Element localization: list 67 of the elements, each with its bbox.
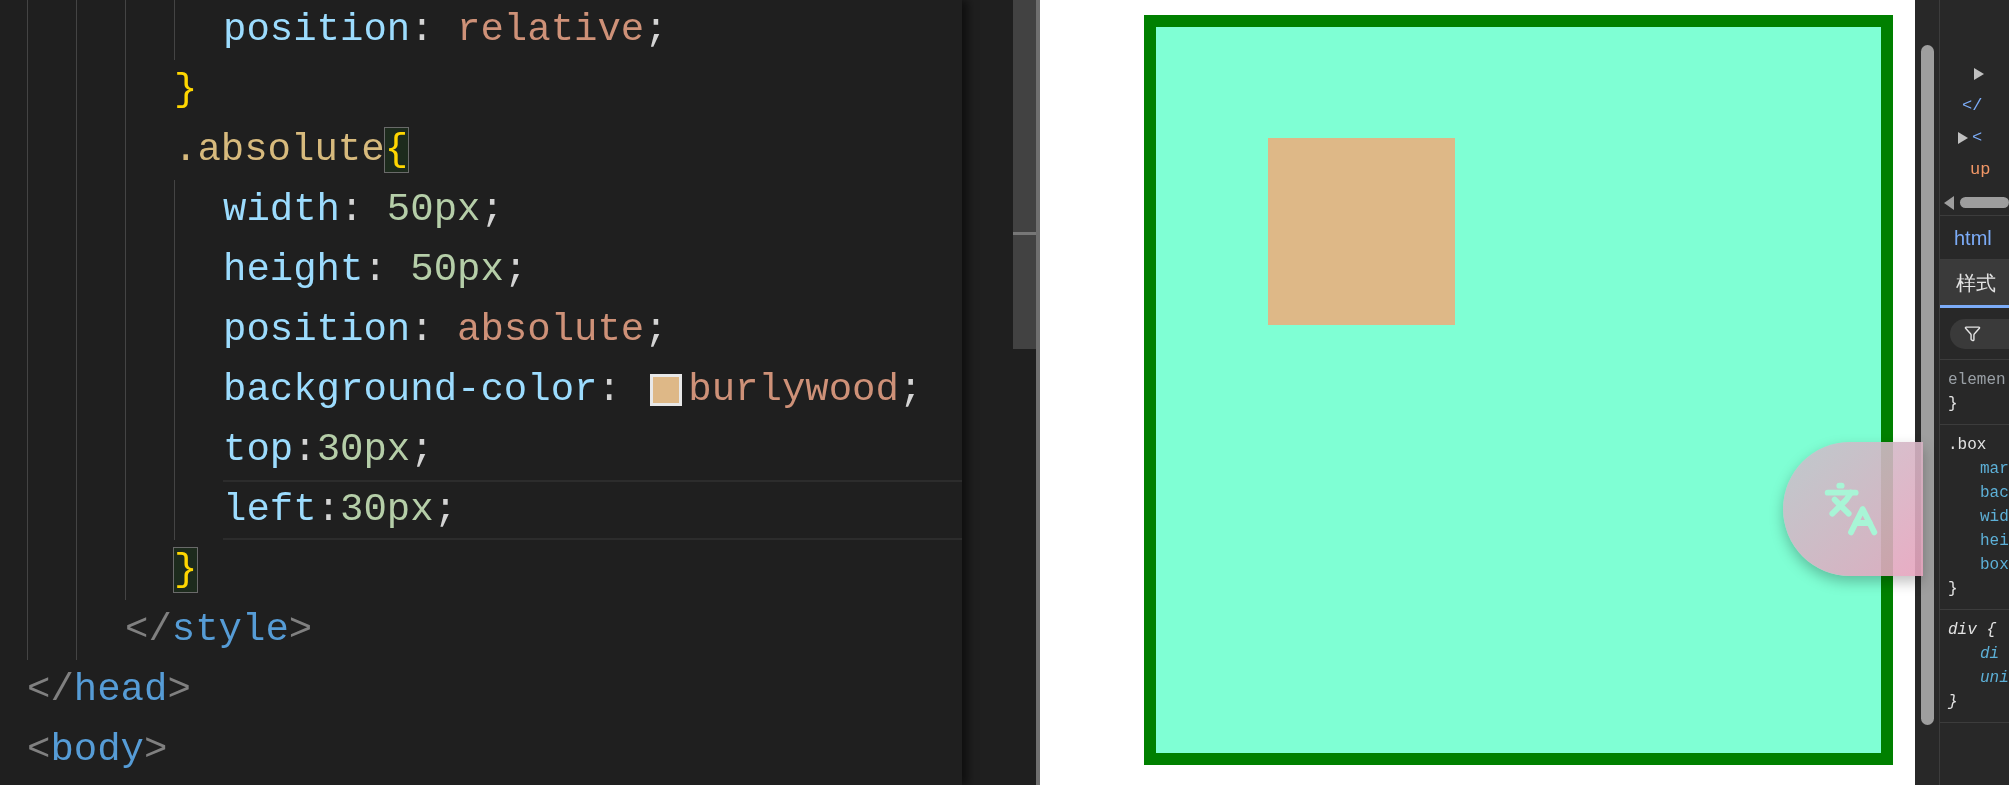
code-token: height bbox=[223, 248, 364, 292]
scrollbar-thumb[interactable] bbox=[1920, 45, 1934, 725]
code-token: > bbox=[144, 728, 168, 772]
code-token: > bbox=[288, 608, 313, 652]
code-token: ; bbox=[503, 248, 528, 292]
css-brace: } bbox=[1948, 579, 1958, 600]
code-token: } bbox=[174, 68, 198, 112]
code-token: ; bbox=[644, 8, 668, 52]
code-token: 50px bbox=[410, 248, 504, 292]
code-token: burlywood bbox=[688, 368, 899, 412]
tree-node-text[interactable]: < bbox=[1972, 125, 1983, 151]
code-token: ; bbox=[898, 368, 923, 412]
code-token: 30px bbox=[316, 428, 411, 472]
tree-node-text[interactable]: </ bbox=[1962, 93, 1983, 119]
code-token: </ bbox=[125, 608, 172, 652]
code-token: absolute bbox=[457, 308, 645, 352]
css-selector: div { bbox=[1948, 620, 1996, 641]
scrollbar-track[interactable] bbox=[1013, 0, 1036, 349]
breadcrumb-link[interactable]: html bbox=[1954, 222, 1992, 253]
css-brace: } bbox=[1948, 692, 1958, 713]
code-token: style bbox=[171, 608, 289, 652]
code-token: < bbox=[27, 728, 51, 772]
code-token: left bbox=[223, 488, 317, 532]
code-token: position bbox=[223, 8, 411, 52]
code-token: ; bbox=[410, 428, 434, 472]
css-property: di bbox=[1980, 644, 2000, 665]
code-token: : bbox=[316, 488, 341, 532]
code-token: body bbox=[50, 728, 145, 772]
code-token: > bbox=[167, 668, 191, 712]
code-token: .absolute bbox=[174, 128, 385, 172]
tree-node-text[interactable]: up bbox=[1970, 157, 1991, 183]
code-token: position bbox=[223, 308, 411, 352]
code-token: relative bbox=[457, 8, 645, 52]
code-token: : bbox=[340, 188, 365, 232]
code-token: background-color bbox=[223, 368, 598, 412]
css-property: wid bbox=[1980, 507, 2009, 528]
filter-field[interactable] bbox=[1950, 318, 2009, 349]
css-property: mar bbox=[1980, 459, 2009, 480]
code-token: </ bbox=[27, 668, 74, 712]
collapsed-triangle-icon[interactable] bbox=[1958, 132, 1968, 144]
code-token: : bbox=[363, 248, 388, 292]
code-token: : bbox=[410, 8, 435, 52]
css-property: uni bbox=[1980, 668, 2009, 689]
code-token: head bbox=[73, 668, 168, 712]
collapsed-triangle-icon[interactable] bbox=[1974, 68, 1984, 80]
code-token: ; bbox=[480, 188, 504, 232]
code-token: ; bbox=[433, 488, 458, 532]
css-selector: elemen bbox=[1948, 370, 2006, 391]
code-token: : bbox=[597, 368, 622, 412]
css-property: bac bbox=[1980, 483, 2009, 504]
code-token: 50px bbox=[386, 188, 481, 232]
horizontal-scrollbar-thumb[interactable] bbox=[1960, 197, 2009, 208]
styles-tab[interactable]: 样式 bbox=[1940, 260, 2009, 308]
code-token: top bbox=[223, 428, 294, 472]
css-selector: .box bbox=[1948, 435, 1987, 456]
css-property: hei bbox=[1980, 531, 2009, 552]
code-token: ; bbox=[644, 308, 668, 352]
filter-icon bbox=[1964, 325, 1981, 342]
code-token: width bbox=[223, 188, 341, 232]
translate-icon bbox=[1823, 481, 1879, 537]
code-token: : bbox=[410, 308, 435, 352]
code-token: { bbox=[384, 128, 409, 172]
code-token: : bbox=[293, 428, 317, 472]
code-token: 30px bbox=[340, 488, 434, 532]
code-token: } bbox=[174, 548, 198, 592]
css-property: box bbox=[1980, 555, 2009, 576]
css-brace: } bbox=[1948, 394, 1958, 415]
